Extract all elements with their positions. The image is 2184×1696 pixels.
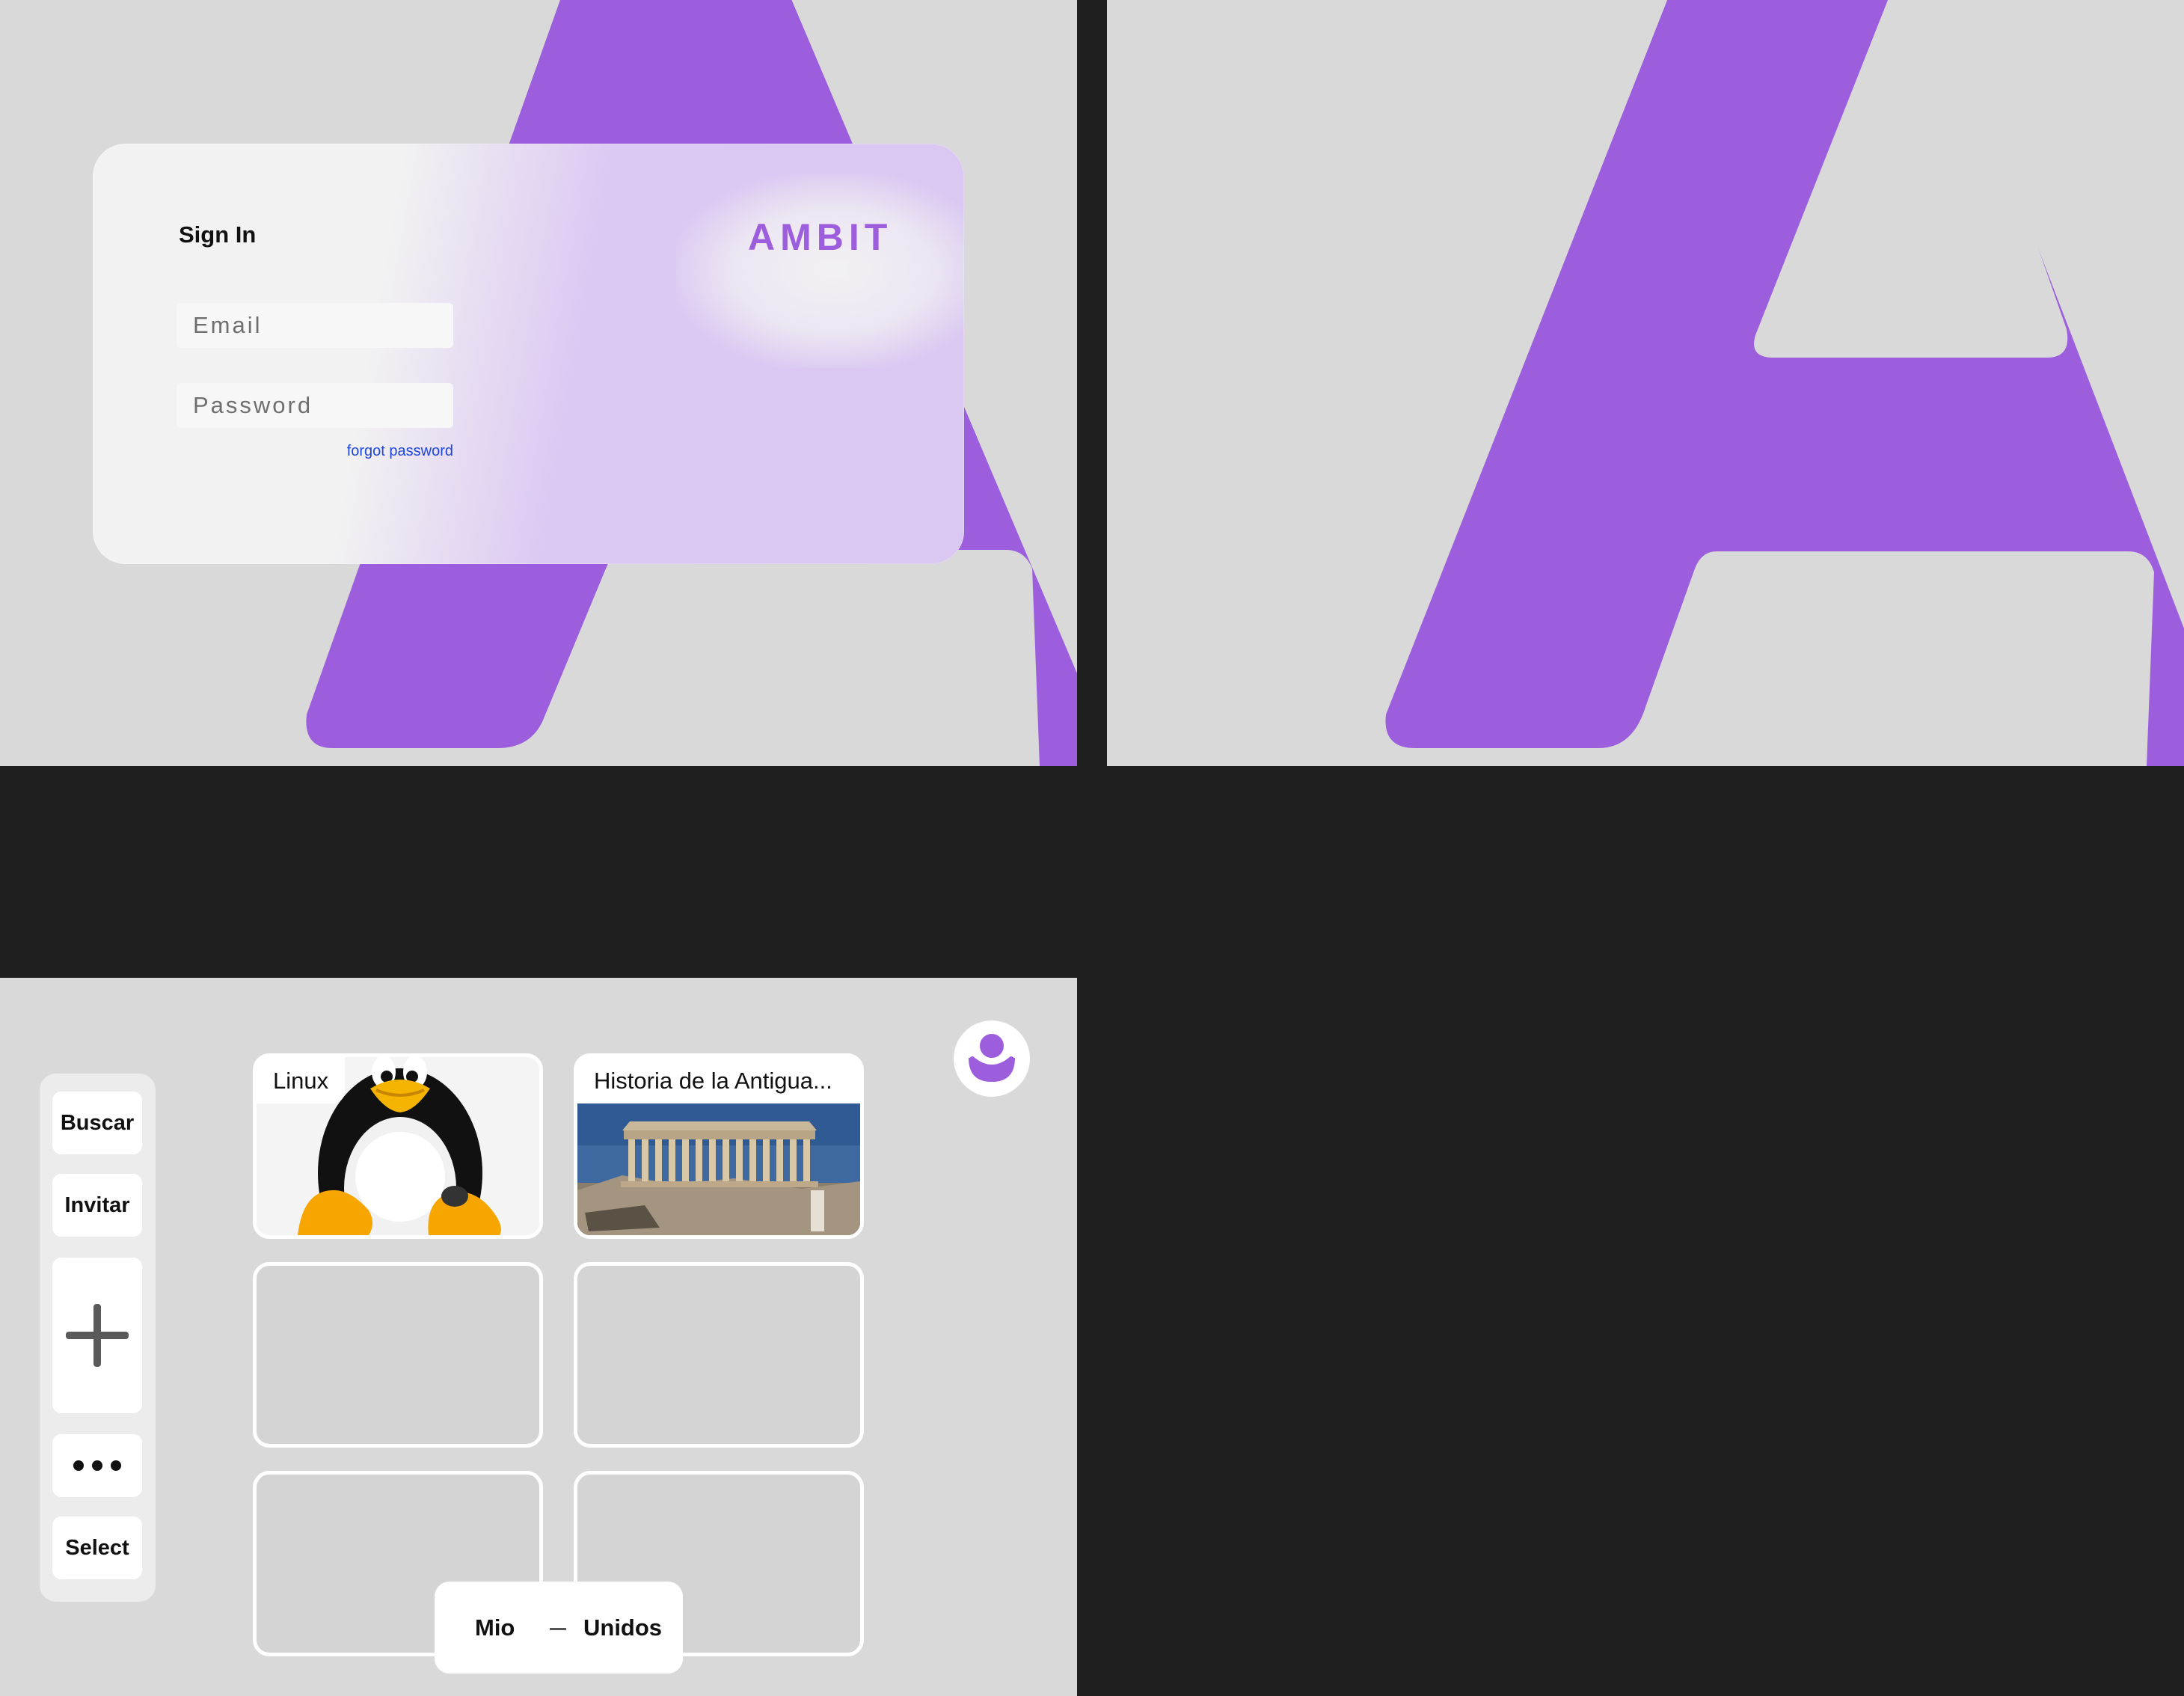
- search-button[interactable]: Buscar: [52, 1092, 142, 1154]
- signin-screen: Sign In AMBIT forgot password: [0, 0, 1077, 766]
- more-button[interactable]: [52, 1434, 142, 1497]
- space-card-linux[interactable]: Linux: [253, 1053, 543, 1239]
- tab-joined[interactable]: Unidos: [583, 1614, 662, 1641]
- sidebar: Buscar Invitar Select: [40, 1074, 156, 1602]
- empty-space-card[interactable]: [253, 1262, 543, 1448]
- space-card-historia[interactable]: Historia de la Antigua...: [574, 1053, 864, 1239]
- email-field[interactable]: [177, 303, 453, 348]
- add-button[interactable]: [52, 1258, 142, 1413]
- login-card: Sign In AMBIT forgot password: [93, 144, 964, 564]
- home-screen: Buscar Invitar Select Linux Historia de …: [0, 978, 1077, 1696]
- card-title: Historia de la Antigua...: [577, 1057, 860, 1103]
- profile-avatar-button[interactable]: [954, 1020, 1030, 1097]
- card-title: Linux: [257, 1057, 346, 1103]
- bottom-tab-bar: Mio Unidos: [435, 1582, 683, 1674]
- empty-space-card[interactable]: [574, 1262, 864, 1448]
- brand-logo: AMBIT: [748, 216, 893, 258]
- password-field[interactable]: [177, 383, 453, 428]
- forgot-password-link[interactable]: forgot password: [337, 443, 453, 460]
- page-title: Sign In: [179, 221, 257, 248]
- tab-divider: [550, 1628, 566, 1630]
- brand-splash-screen: [1107, 0, 2184, 766]
- tab-mine[interactable]: Mio: [475, 1614, 515, 1641]
- brand-letter-a: [1385, 0, 2184, 766]
- plus-icon: [66, 1304, 129, 1367]
- select-button[interactable]: Select: [52, 1516, 142, 1579]
- user-avatar-icon: [969, 1031, 1015, 1083]
- parthenon-image: [577, 1100, 860, 1235]
- invite-button[interactable]: Invitar: [52, 1174, 142, 1237]
- more-horizontal-icon: [73, 1460, 121, 1471]
